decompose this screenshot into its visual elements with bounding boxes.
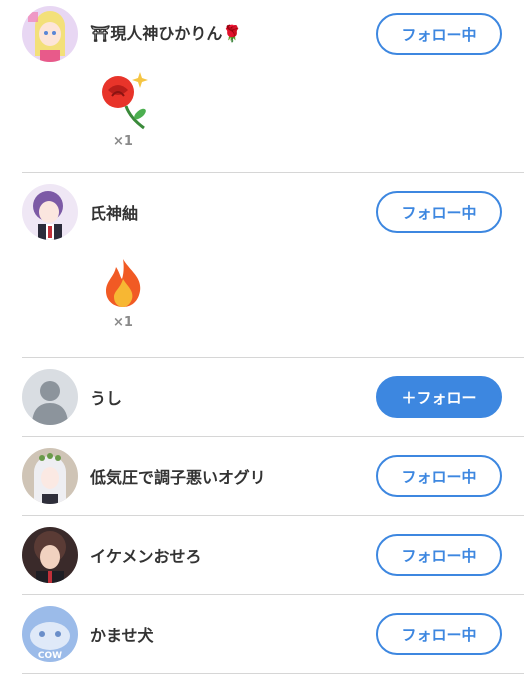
list-item[interactable]: うし ＋フォロー: [0, 358, 524, 436]
following-button[interactable]: フォロー中: [376, 13, 502, 55]
list-item[interactable]: イケメンおせろ フォロー中: [0, 516, 524, 594]
follow-button[interactable]: ＋フォロー: [376, 376, 502, 418]
avatar[interactable]: [22, 184, 78, 240]
avatar[interactable]: [22, 6, 78, 62]
avatar[interactable]: [22, 448, 78, 504]
avatar[interactable]: [22, 369, 78, 425]
list-item[interactable]: COW かませ犬 フォロー中: [0, 595, 524, 673]
divider: [22, 673, 524, 674]
following-button[interactable]: フォロー中: [376, 191, 502, 233]
rose-emoji-icon: [102, 72, 148, 130]
list-item[interactable]: 低気圧で調子悪いオグリ フォロー中: [0, 437, 524, 515]
follower-list: ⛩現人神ひかりん🌹 フォロー中 ×1 氏神紬 フォロー中 ×1 うし ＋フォロー…: [0, 0, 524, 674]
avatar[interactable]: COW: [22, 606, 78, 662]
avatar[interactable]: [22, 527, 78, 583]
gift-summary: ×1: [0, 251, 524, 357]
list-item[interactable]: ⛩現人神ひかりん🌹 フォロー中: [0, 0, 524, 68]
following-button[interactable]: フォロー中: [376, 534, 502, 576]
list-item[interactable]: 氏神紬 フォロー中: [0, 173, 524, 251]
gift-count: ×1: [113, 315, 133, 330]
gift-count: ×1: [113, 134, 133, 149]
gift-summary: ×1: [0, 68, 524, 172]
fire-emoji-icon: [106, 259, 141, 307]
avatar-logo-text: COW: [38, 651, 62, 661]
following-button[interactable]: フォロー中: [376, 613, 502, 655]
following-button[interactable]: フォロー中: [376, 455, 502, 497]
